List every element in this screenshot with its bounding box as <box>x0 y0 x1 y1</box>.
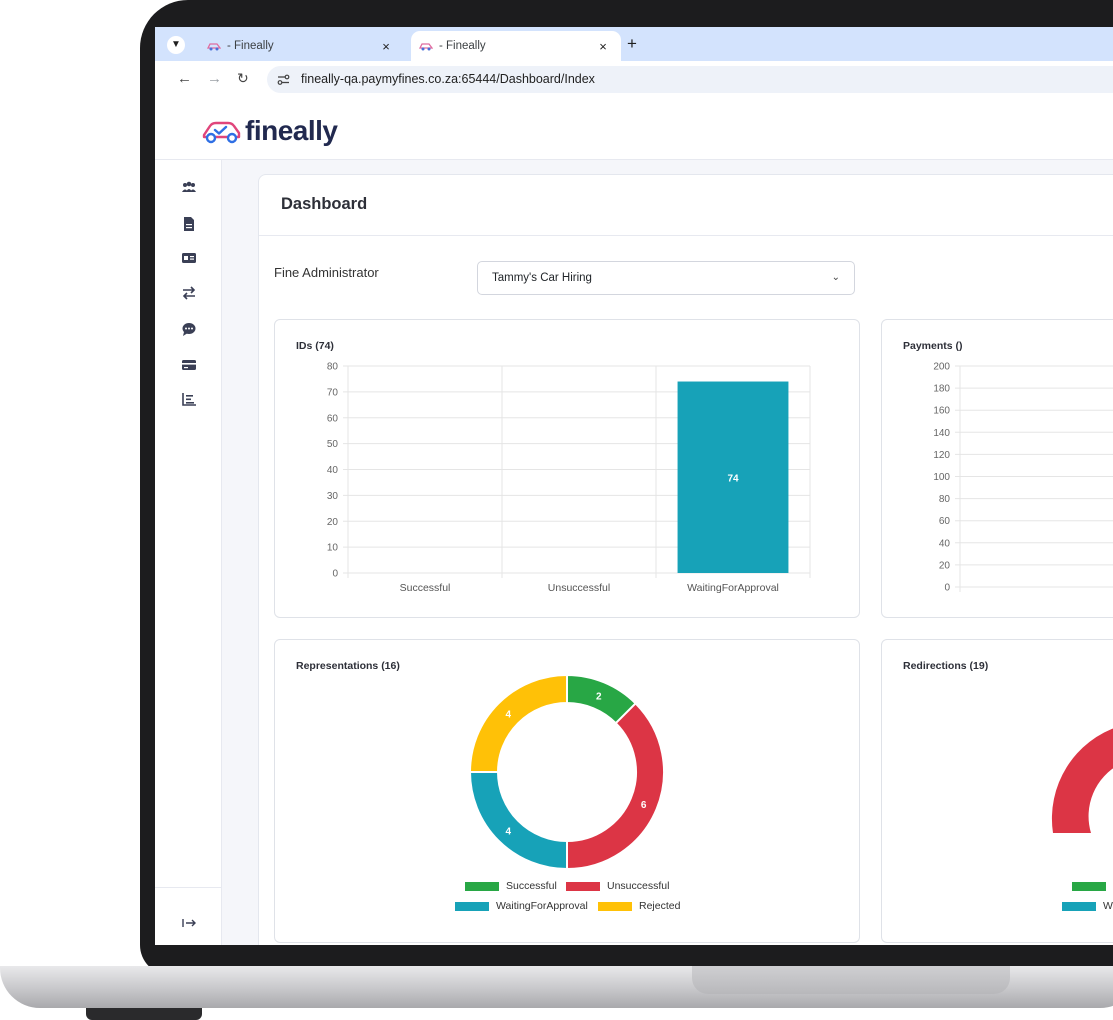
redirections-chart-panel: Redirections (19) S Wa <box>881 639 1113 943</box>
legend-swatch <box>1062 901 1096 911</box>
bar-data-label: 74 <box>727 473 739 484</box>
y-tick-label: 20 <box>327 517 339 528</box>
chevron-down-icon: ⌄ <box>831 272 840 283</box>
ids-chart-panel: IDs (74) 0 10 20 30 40 50 60 70 80 Successful Unsu… <box>274 319 860 618</box>
legend-item[interactable]: Rejected <box>598 900 680 912</box>
representations-donut-chart: 2 6 4 4 <box>468 673 665 871</box>
browser-address-bar: ← → ↻ fineally-qa.paymyfines.co.za:65444… <box>155 61 1113 100</box>
donut-slice <box>468 771 568 871</box>
site-settings-icon[interactable] <box>277 73 290 86</box>
fine-administrator-value: Tammy's Car Hiring <box>492 272 592 284</box>
ids-bar-chart: 0 10 20 30 40 50 60 70 80 Successful Unsuccessful 7… <box>327 362 811 594</box>
legend-swatch <box>465 881 499 891</box>
legend-label: Unsuccessful <box>607 880 670 892</box>
document-icon[interactable] <box>181 216 197 232</box>
y-tick-label: 200 <box>933 362 950 373</box>
y-tick-label: 60 <box>939 516 951 527</box>
legend-swatch <box>566 881 600 891</box>
new-tab-icon[interactable]: + <box>627 34 637 54</box>
browser-tab-1[interactable]: - Fineally × <box>199 31 404 61</box>
y-tick-label: 30 <box>327 491 339 502</box>
y-tick-label: 0 <box>944 583 950 594</box>
y-tick-label: 100 <box>933 472 950 483</box>
logo-text: fineally <box>245 115 338 146</box>
close-tab-icon[interactable]: × <box>595 39 611 54</box>
fine-administrator-label: Fine Administrator <box>274 265 379 280</box>
x-tick-label: Unsuccessful <box>548 582 610 594</box>
legend-label: WaitingForApproval <box>496 900 588 912</box>
forward-arrow-icon[interactable]: → <box>207 70 222 87</box>
legend-item[interactable]: Wa <box>1062 900 1113 912</box>
donut-slice <box>468 673 568 773</box>
legend-label: Wa <box>1103 900 1113 912</box>
tab-title: - Fineally <box>439 40 486 52</box>
x-tick-label: WaitingForApproval <box>687 582 779 594</box>
users-icon[interactable] <box>181 180 197 196</box>
slice-data-label: 2 <box>596 691 602 702</box>
transfer-icon[interactable] <box>181 285 197 301</box>
donut-slice <box>566 701 665 871</box>
y-tick-label: 70 <box>327 387 339 398</box>
fineally-favicon-icon <box>207 43 221 51</box>
x-tick-label: Successful <box>400 582 451 594</box>
legend-item[interactable]: S <box>1072 880 1113 892</box>
back-arrow-icon[interactable]: ← <box>177 70 192 87</box>
y-tick-label: 60 <box>327 413 339 424</box>
y-tick-label: 50 <box>327 439 339 450</box>
sidebar-divider <box>155 887 221 888</box>
slice-data-label: 6 <box>641 800 647 811</box>
url-input[interactable]: fineally-qa.paymyfines.co.za:65444/Dashb… <box>267 66 1113 93</box>
legend-swatch <box>455 901 489 911</box>
app-header: fineally <box>155 99 1113 160</box>
title-divider <box>259 235 1113 236</box>
representations-chart-panel: Representations (16) 2644 Successful Uns… <box>274 639 860 943</box>
legend-swatch <box>1072 881 1106 891</box>
redirections-donut-chart <box>1051 728 1113 833</box>
legend-label: Successful <box>506 880 557 892</box>
car-logo-icon <box>202 121 241 144</box>
y-tick-label: 80 <box>939 494 951 505</box>
close-tab-icon[interactable]: × <box>378 39 394 54</box>
credit-card-icon[interactable] <box>181 357 197 373</box>
y-tick-label: 140 <box>933 428 950 439</box>
browser-tab-strip: ▼ - Fineally × - Fineally × + <box>155 27 1113 61</box>
browser-tab-2[interactable]: - Fineally × <box>411 31 621 61</box>
y-tick-label: 40 <box>327 465 339 476</box>
y-tick-label: 40 <box>939 538 951 549</box>
legend-item[interactable]: WaitingForApproval <box>455 900 588 912</box>
tab-search-chevron-icon[interactable]: ▼ <box>167 36 185 54</box>
screen: ▼ - Fineally × - Fineally × + ← → ↻ fine… <box>155 27 1113 945</box>
id-card-icon[interactable] <box>181 250 197 266</box>
sidebar <box>155 160 222 945</box>
dashboard-card: Dashboard Fine Administrator Tammy's Car… <box>258 174 1113 945</box>
report-icon[interactable] <box>181 391 197 407</box>
legend-swatch <box>598 901 632 911</box>
slice-data-label: 4 <box>506 827 512 838</box>
y-tick-label: 120 <box>933 450 950 461</box>
fineally-logo[interactable]: fineally <box>201 115 338 147</box>
url-text: fineally-qa.paymyfines.co.za:65444/Dashb… <box>301 72 595 86</box>
legend-label: Rejected <box>639 900 681 912</box>
y-tick-label: 160 <box>933 406 950 417</box>
payments-bar-chart: 0 20 40 60 80 100 120 140 160 180 200 <box>933 362 1113 594</box>
legend-item[interactable]: Unsuccessful <box>566 880 669 892</box>
donut-slice <box>1051 728 1113 833</box>
slice-data-label: 4 <box>506 709 512 720</box>
y-tick-label: 20 <box>939 560 951 571</box>
y-tick-label: 180 <box>933 384 950 395</box>
payments-chart-panel: Payments () 0 20 40 60 80 100 120 140 160 180 200 <box>881 319 1113 618</box>
reload-icon[interactable]: ↻ <box>237 70 249 87</box>
legend-item[interactable]: Successful <box>465 880 557 892</box>
y-tick-label: 80 <box>327 362 339 373</box>
laptop-base-notch <box>692 966 1010 994</box>
chat-icon[interactable] <box>181 321 197 337</box>
page-title: Dashboard <box>281 195 368 213</box>
fine-administrator-select[interactable]: Tammy's Car Hiring ⌄ <box>477 261 855 295</box>
logout-icon[interactable] <box>181 915 197 931</box>
tab-title: - Fineally <box>227 40 274 52</box>
y-tick-label: 10 <box>327 543 339 554</box>
fineally-favicon-icon <box>419 43 433 51</box>
y-tick-label: 0 <box>332 569 338 580</box>
laptop-foot <box>86 1008 202 1020</box>
